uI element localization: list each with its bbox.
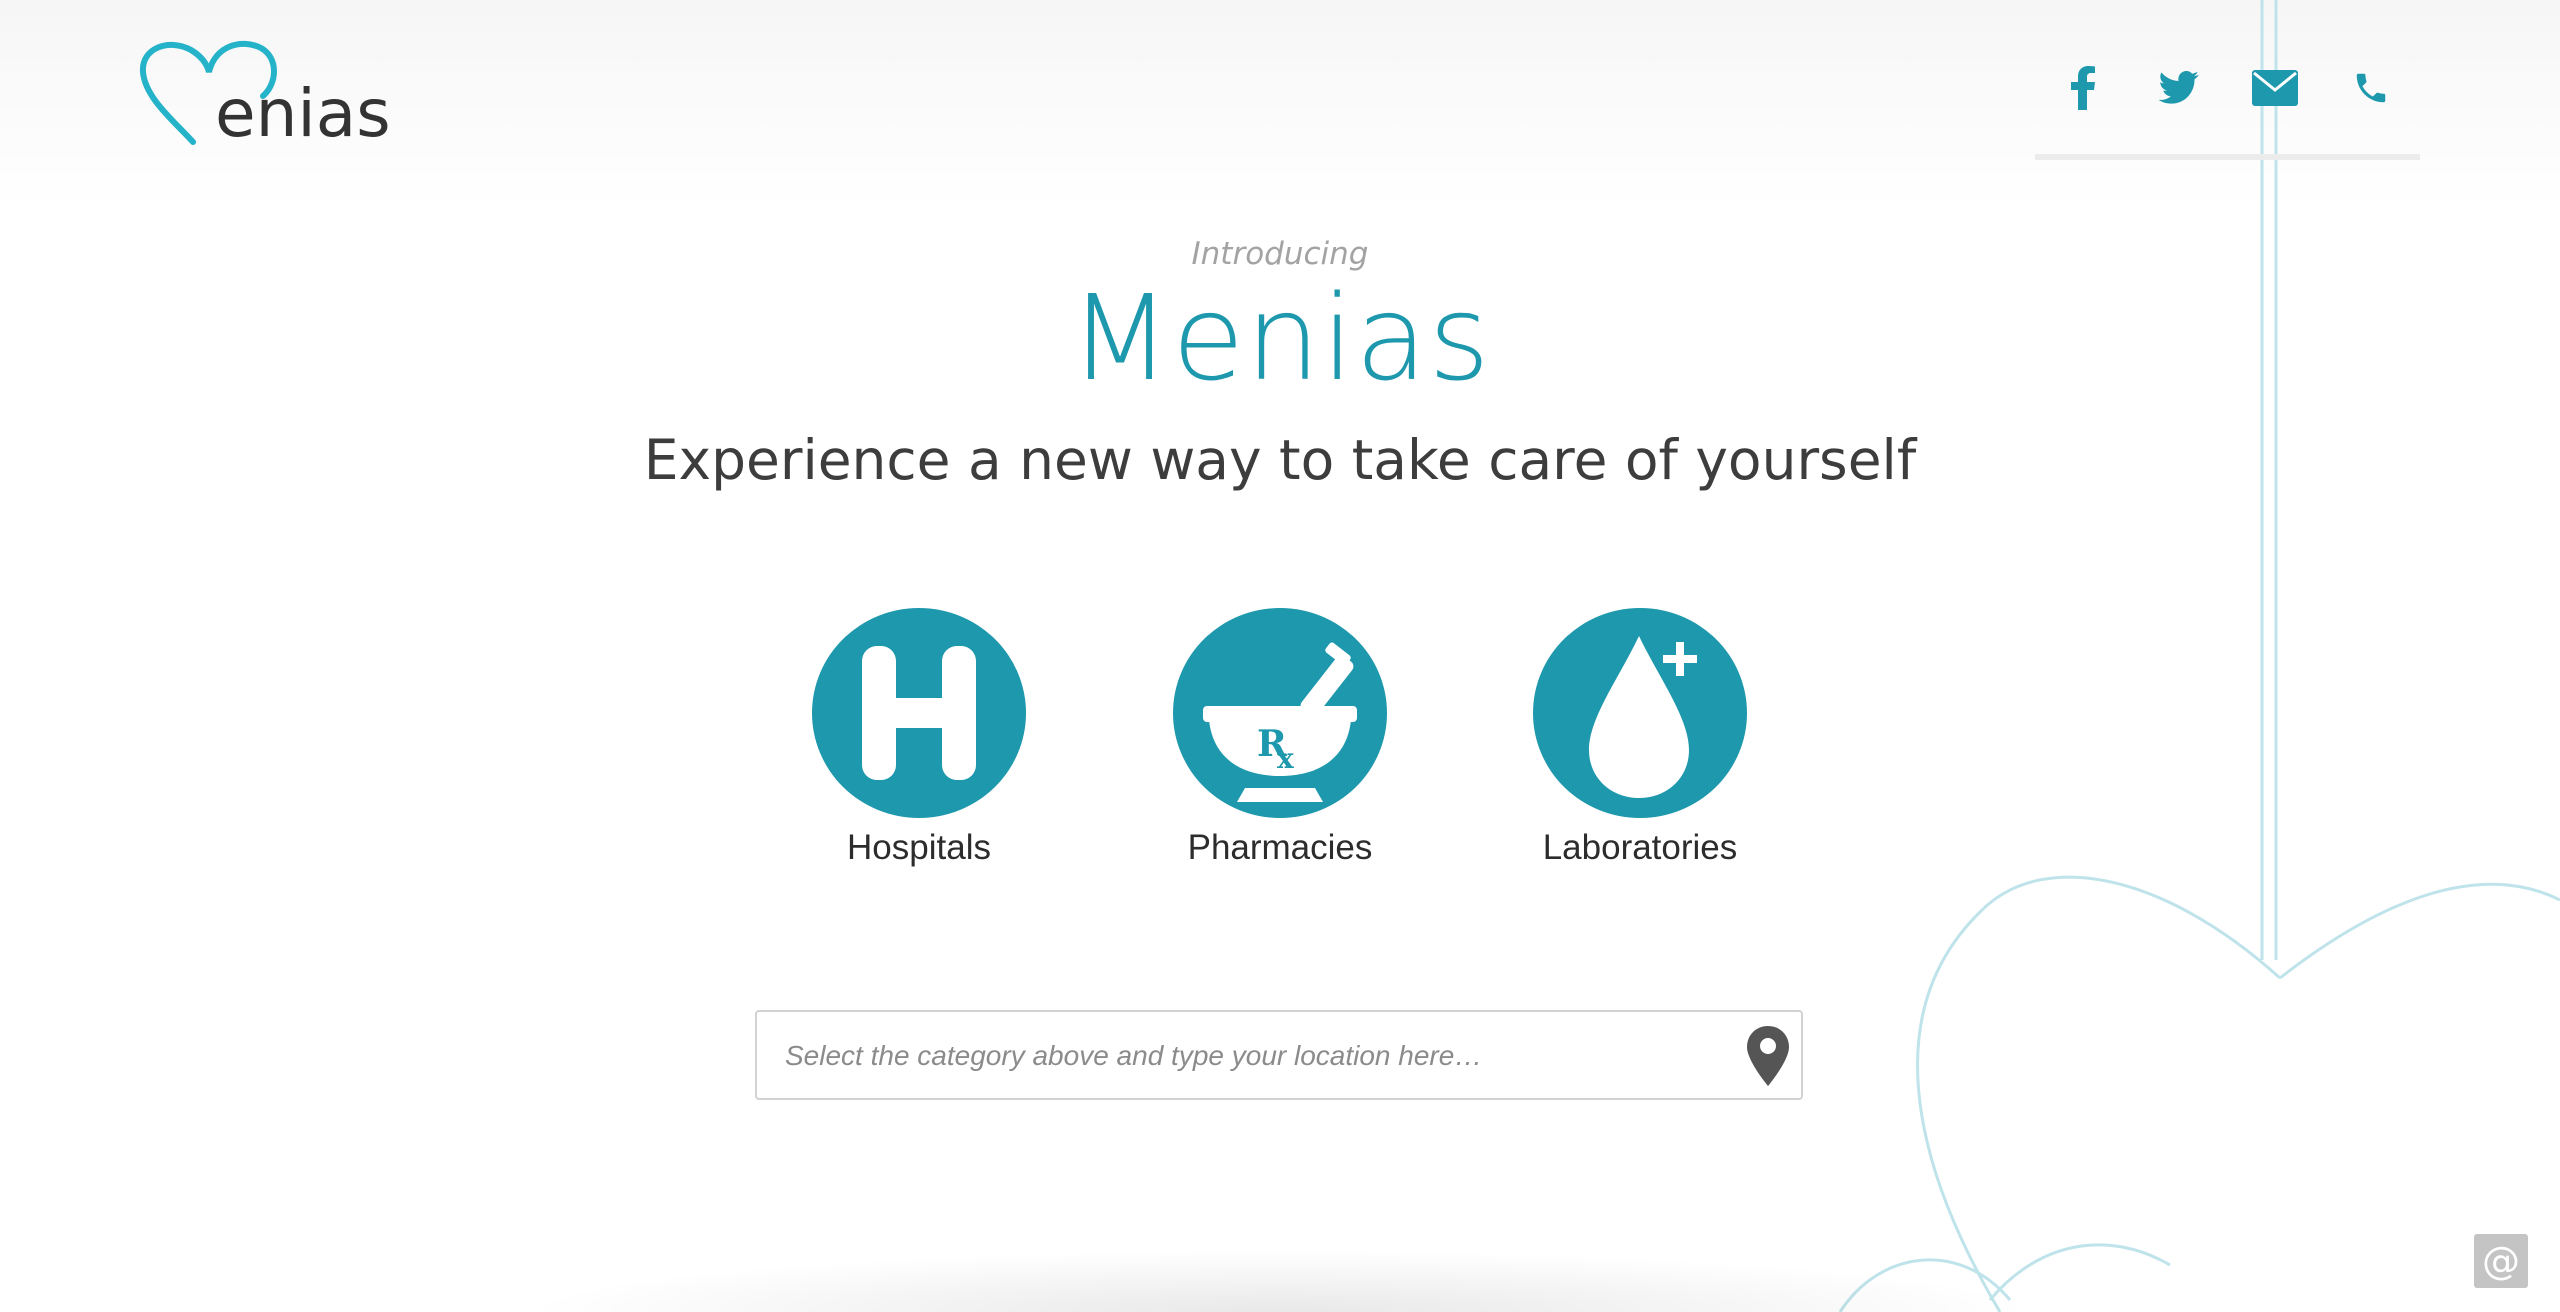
facebook-button[interactable] — [2035, 62, 2131, 114]
category-pharmacies[interactable]: R x Pharmacies — [1130, 608, 1430, 868]
location-pin-icon[interactable] — [1745, 1024, 1791, 1088]
twitter-button[interactable] — [2131, 62, 2227, 114]
location-search-input[interactable] — [783, 1012, 1687, 1100]
hospital-h-icon — [862, 646, 976, 780]
logo-wordmark: enias — [215, 75, 391, 152]
envelope-icon — [2252, 70, 2298, 106]
blood-drop-plus-icon — [1589, 636, 1697, 798]
menias-logo[interactable]: enias — [135, 36, 425, 152]
intro-text: Introducing — [1191, 236, 1369, 272]
laboratory-circle — [1533, 608, 1747, 818]
category-laboratories[interactable]: Laboratories — [1490, 608, 1790, 868]
section-divider-shadow — [520, 1250, 2040, 1312]
phone-icon — [2356, 73, 2386, 103]
contact-at-button[interactable]: @ — [2474, 1234, 2528, 1288]
category-label: Laboratories — [1542, 828, 1738, 867]
mortar-pestle-rx-icon: R x — [1203, 642, 1357, 802]
facebook-icon — [2071, 66, 2095, 110]
category-hospitals[interactable]: Hospitals — [769, 608, 1069, 868]
pharmacy-circle: R x — [1173, 608, 1387, 818]
tagline: Experience a new way to take care of you… — [643, 428, 1917, 492]
category-label: Hospitals — [847, 828, 991, 867]
location-search-box[interactable] — [755, 1010, 1803, 1100]
category-label: Pharmacies — [1187, 828, 1373, 867]
hospital-circle — [812, 608, 1026, 818]
phone-button[interactable] — [2323, 62, 2419, 114]
email-button[interactable] — [2227, 62, 2323, 114]
svg-text:x: x — [1277, 742, 1294, 775]
social-links-bar — [2035, 62, 2420, 160]
page-title: Menias — [1069, 269, 1491, 407]
twitter-icon — [2158, 71, 2199, 104]
